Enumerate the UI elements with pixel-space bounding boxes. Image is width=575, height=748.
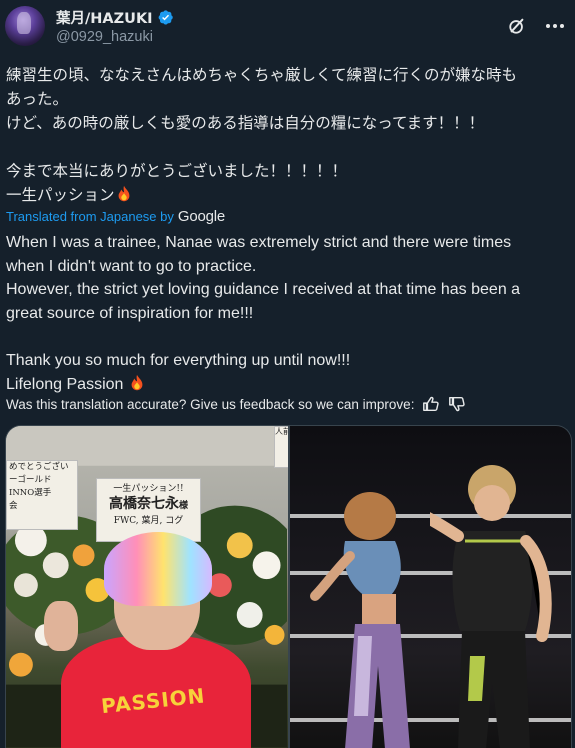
- text-line: Lifelong Passion: [6, 375, 124, 393]
- raised-hand: [44, 601, 78, 651]
- media-grid: めでとうござい ーゴールド INNO選手 会 一生パッション!! 高橋奈七永様 …: [5, 425, 572, 748]
- original-text: 練習生の頃、ななえさんはめちゃくちゃ厳しくて練習に行くのが嫌な時も あった。 け…: [6, 63, 565, 207]
- card-line: 会: [9, 501, 18, 511]
- display-name-row: 葉月/HAZUKI: [56, 7, 174, 28]
- feedback-text: Was this translation accurate? Give us f…: [6, 396, 415, 412]
- verified-badge-icon: [158, 10, 173, 25]
- avatar[interactable]: [5, 6, 45, 46]
- text-line: However, the strict yet loving guidance …: [6, 281, 521, 298]
- fire-emoji-icon: [131, 374, 143, 390]
- grok-icon[interactable]: [507, 16, 527, 36]
- card-top: 一生パッション!!: [113, 484, 184, 494]
- card-suffix: 様: [178, 501, 188, 511]
- card-line: INNO選手: [9, 488, 52, 498]
- card-line: ーゴールド: [9, 475, 52, 485]
- text-line: 練習生の頃、ななえさんはめちゃくちゃ厳しくて練習に行くのが嫌な時も: [6, 66, 518, 84]
- card-name: 高橋奈七永: [108, 496, 179, 512]
- wrestler-right: [429, 465, 552, 748]
- text-line: あった。: [6, 90, 69, 108]
- thumbs-down-icon[interactable]: [448, 395, 466, 413]
- fire-emoji-icon: [118, 185, 129, 202]
- more-icon[interactable]: [545, 16, 565, 36]
- card-name-row: 高橋奈七永様: [97, 495, 200, 515]
- message-card-corner: 人前: [274, 426, 288, 468]
- text-line: けど、あの時の厳しくも愛のある指導は自分の糧になってます！！！: [6, 114, 485, 132]
- text-line-with-emoji: Lifelong Passion: [6, 373, 565, 397]
- tweet-header: 葉月/HAZUKI @0929_hazuki: [5, 4, 569, 48]
- text-line: 一生パッション: [6, 186, 115, 204]
- text-line: when I didn't want to go to practice.: [6, 257, 257, 275]
- text-line-with-emoji: 一生パッション: [6, 183, 565, 207]
- wrestler-left: [309, 492, 410, 748]
- translated-text: When I was a trainee, Nanae was extremel…: [6, 231, 565, 396]
- thumbs-up-icon[interactable]: [422, 395, 440, 413]
- translation-feedback: Was this translation accurate? Give us f…: [6, 395, 466, 413]
- card-from: FWC, 葉月, コグ: [113, 516, 184, 526]
- text-line: great source of inspiration for me!!!: [6, 304, 254, 322]
- translation-label[interactable]: Translated from Japanese by: [6, 209, 174, 224]
- text-line: When I was a trainee, Nanae was extremel…: [6, 234, 512, 251]
- google-logo: Google: [177, 208, 226, 225]
- photo-flower-stand[interactable]: めでとうござい ーゴールド INNO選手 会 一生パッション!! 高橋奈七永様 …: [6, 426, 288, 748]
- photo-wrestling-match[interactable]: [289, 426, 571, 748]
- display-name[interactable]: 葉月/HAZUKI: [56, 7, 153, 28]
- header-actions: [507, 16, 565, 36]
- tweet: 葉月/HAZUKI @0929_hazuki 練習生の頃、ななえさんはめちゃくち…: [0, 0, 575, 748]
- translation-attribution: Translated from Japanese by Google: [6, 208, 225, 225]
- author-names: 葉月/HAZUKI @0929_hazuki: [56, 7, 174, 45]
- text-line: Thank you so much for everything up unti…: [6, 352, 351, 369]
- text-line: 今まで本当にありがとうございました！！！！！: [6, 162, 348, 180]
- handle[interactable]: @0929_hazuki: [56, 29, 174, 45]
- message-card-left: めでとうござい ーゴールド INNO選手 会: [6, 460, 78, 530]
- card-line: めでとうござい: [9, 462, 69, 472]
- rainbow-hair: [104, 532, 212, 606]
